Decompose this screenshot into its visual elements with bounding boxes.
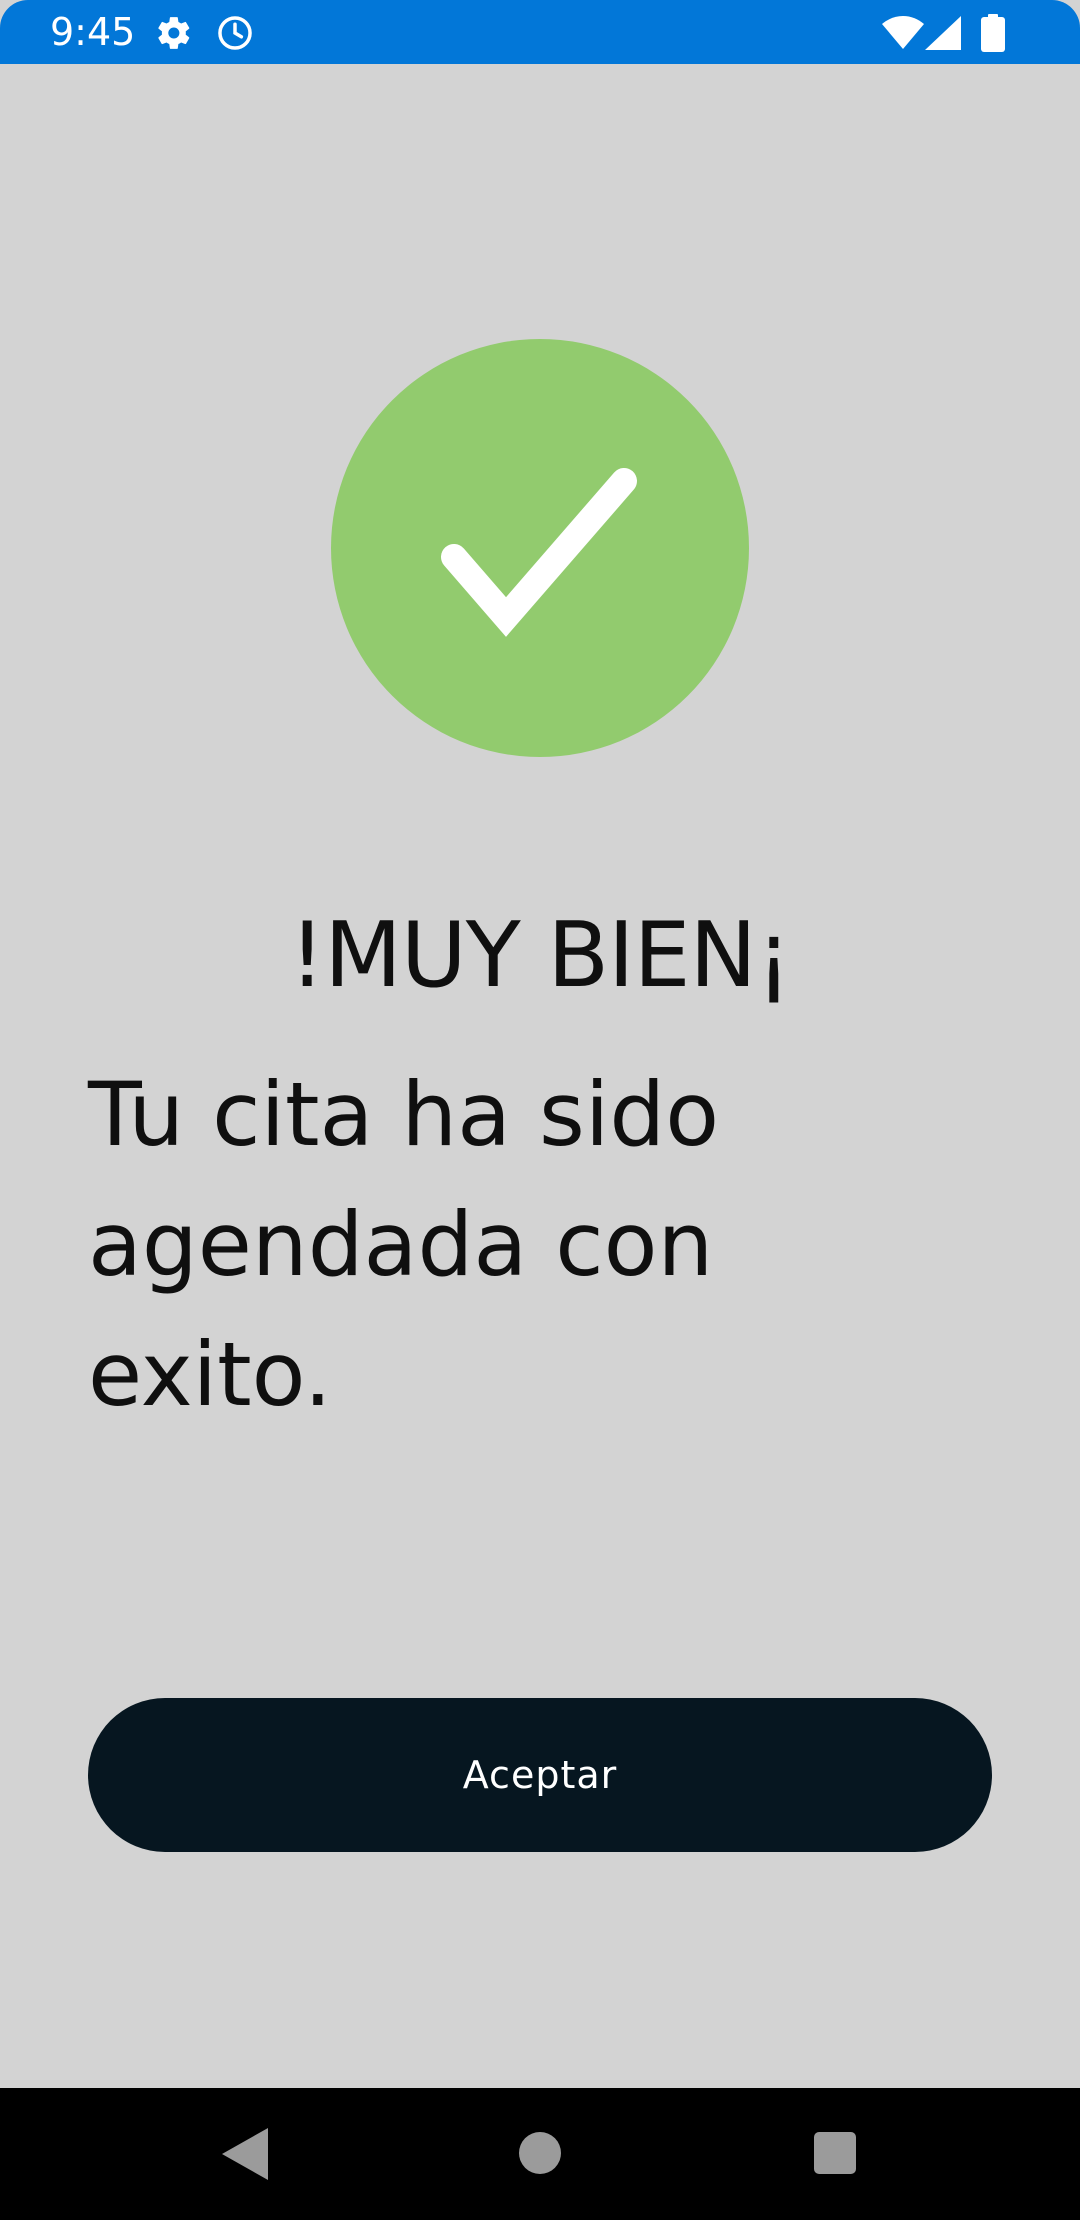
navigation-bar (0, 2088, 1080, 2220)
clock-icon (218, 16, 252, 50)
recents-icon[interactable] (814, 2132, 856, 2174)
status-time: 9:45 (50, 10, 136, 54)
success-message: Tu cita ha sido agendada con exito. (88, 1063, 720, 1426)
success-circle (331, 339, 749, 757)
home-icon[interactable] (519, 2132, 561, 2174)
status-bar: 9:45 (0, 0, 1080, 64)
battery-icon (981, 14, 1005, 52)
back-icon[interactable] (222, 2128, 268, 2180)
screen: 9:45 !MUY BIEN¡ Tu cita ha sido agendada… (0, 0, 1080, 2220)
gear-icon (158, 17, 190, 49)
wifi-icon (882, 16, 924, 49)
signal-icon (925, 16, 961, 50)
check-icon (441, 468, 637, 637)
accept-button[interactable]: Aceptar (88, 1698, 992, 1852)
success-headline: !MUY BIEN¡ (289, 903, 792, 1008)
